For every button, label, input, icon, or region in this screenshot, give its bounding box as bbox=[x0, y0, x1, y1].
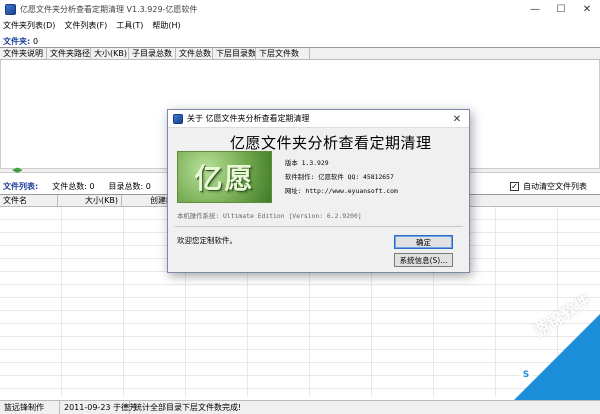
dialog-title: 关于 亿愿文件夹分析查看定期清理 bbox=[187, 114, 310, 123]
col-subdir-count[interactable]: 子目录总数 bbox=[129, 48, 176, 59]
system-info-text: 本机操作系统: Ultimate Edition [Version: 6.2.9… bbox=[177, 212, 362, 220]
dialog-titlebar: 关于 亿愿文件夹分析查看定期清理 bbox=[168, 110, 469, 128]
menu-bar: 文件夹列表(D) 文件列表(F) 工具(T) 帮助(H) bbox=[0, 18, 600, 33]
col-folder-path[interactable]: 文件夹路径 bbox=[47, 48, 91, 59]
status-author: 篮远锋制作 bbox=[0, 400, 60, 414]
menu-folder-list[interactable]: 文件夹列表(D) bbox=[3, 20, 55, 31]
status-bar: 篮远锋制作 2011-09-23 于德芳 统计全部目录下层文件数完成! bbox=[0, 400, 600, 414]
folder-grid-header: 文件夹说明 文件夹路径 大小(KB) 子目录总数 文件总数 下层目录数 下层文件… bbox=[0, 47, 600, 60]
close-button[interactable]: ✕ bbox=[574, 0, 600, 18]
menu-tools[interactable]: 工具(T) bbox=[116, 20, 143, 31]
folder-section-label: 文件夹: 0 bbox=[3, 36, 38, 47]
about-dialog: 关于 亿愿文件夹分析查看定期清理 ✕ 亿愿文件夹分析查看定期清理 亿愿 版本 1… bbox=[167, 109, 470, 273]
maximize-button[interactable]: ☐ bbox=[548, 0, 574, 18]
dialog-heading: 亿愿文件夹分析查看定期清理 bbox=[230, 134, 432, 152]
menu-file-list[interactable]: 文件列表(F) bbox=[64, 20, 107, 31]
app-icon bbox=[5, 3, 16, 15]
col-lower-dir-count[interactable]: 下层目录数 bbox=[213, 48, 256, 59]
col-lower-file-count[interactable]: 下层文件数 bbox=[256, 48, 310, 59]
window-titlebar: 亿愿文件夹分析查看定期清理 V1.3.929-亿愿软件 — ☐ ✕ bbox=[0, 0, 600, 18]
watermark-badge: S bbox=[519, 368, 533, 382]
dialog-app-icon bbox=[173, 113, 183, 124]
version-text: 版本 1.3.929 bbox=[285, 159, 329, 167]
dialog-close-button[interactable]: ✕ bbox=[449, 111, 465, 127]
author-text: 软件制作: 亿愿软件 QQ: 45812657 bbox=[285, 173, 394, 181]
menu-help[interactable]: 帮助(H) bbox=[152, 20, 180, 31]
auto-clear-option[interactable]: ✓ 自动清空文件列表 bbox=[510, 181, 587, 192]
ok-button[interactable]: 确定 bbox=[394, 235, 453, 249]
col-folder-size[interactable]: 大小(KB) bbox=[91, 48, 129, 59]
file-total: 文件总数: 0 bbox=[52, 182, 95, 191]
welcome-text: 欢迎您定制软件。 bbox=[177, 236, 237, 245]
col-file-name[interactable]: 文件名 bbox=[0, 195, 58, 206]
col-file-count[interactable]: 文件总数 bbox=[176, 48, 213, 59]
splitter-arrows-icon[interactable]: ◀▶ bbox=[12, 167, 23, 174]
minimize-button[interactable]: — bbox=[522, 0, 548, 18]
window-controls: — ☐ ✕ bbox=[522, 0, 600, 18]
dir-total: 目录总数: 0 bbox=[108, 182, 151, 191]
status-date: 2011-09-23 于德芳 bbox=[60, 400, 137, 414]
file-list-label: 文件列表: bbox=[3, 182, 39, 191]
auto-clear-checkbox[interactable]: ✓ bbox=[510, 182, 519, 191]
logo-text: 亿愿 bbox=[194, 162, 255, 195]
system-info-button[interactable]: 系统信息(S)... bbox=[394, 253, 453, 267]
folder-count: 0 bbox=[33, 37, 39, 46]
window-title: 亿愿文件夹分析查看定期清理 V1.3.929-亿愿软件 bbox=[20, 4, 198, 14]
col-file-size[interactable]: 大小(KB) bbox=[58, 195, 122, 206]
folder-label: 文件夹: bbox=[3, 37, 31, 46]
dialog-divider bbox=[175, 226, 463, 227]
col-folder-desc[interactable]: 文件夹说明 bbox=[0, 48, 47, 59]
auto-clear-label: 自动清空文件列表 bbox=[523, 182, 587, 191]
app-logo: 亿愿 bbox=[177, 151, 272, 203]
website-link[interactable]: 网址: http://www.eyuansoft.com bbox=[285, 186, 398, 195]
status-message: 统计全部目录下层文件数完成! bbox=[134, 402, 242, 412]
